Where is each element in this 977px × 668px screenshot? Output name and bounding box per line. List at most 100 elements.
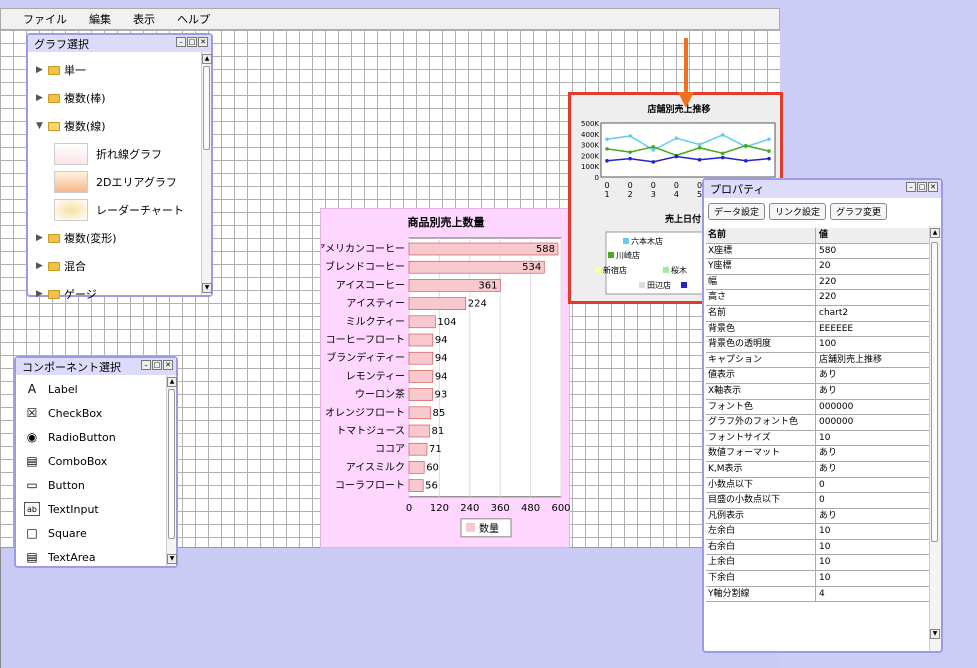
scroll-down-icon[interactable]: ▼ xyxy=(202,283,212,293)
component-item[interactable]: ▭ Button xyxy=(16,473,176,497)
component-item[interactable]: □ Square xyxy=(16,521,176,545)
property-row[interactable]: 高さ 220 xyxy=(706,290,932,306)
property-value[interactable]: chart2 xyxy=(816,306,932,321)
component-item[interactable]: ▤ ComboBox xyxy=(16,449,176,473)
data-point[interactable] xyxy=(674,136,679,140)
property-value[interactable]: EEEEEE xyxy=(816,322,932,337)
minimize-icon[interactable]: – xyxy=(141,360,151,370)
bar[interactable] xyxy=(408,315,436,329)
bar[interactable] xyxy=(408,297,467,310)
scroll-up-icon[interactable]: ▲ xyxy=(202,54,212,64)
expand-down-icon[interactable]: ▼ xyxy=(36,121,48,131)
close-icon[interactable]: ✕ xyxy=(928,182,938,192)
minimize-icon[interactable]: – xyxy=(906,182,916,192)
maximize-icon[interactable]: □ xyxy=(187,37,197,47)
property-row[interactable]: 背景色の透明度 100 xyxy=(706,337,932,353)
tree-item[interactable]: ▶ 混合 xyxy=(28,252,211,280)
maximize-icon[interactable]: □ xyxy=(152,360,162,370)
property-row[interactable]: 凡例表示 あり xyxy=(706,508,932,525)
close-icon[interactable]: ✕ xyxy=(163,360,173,370)
data-point[interactable] xyxy=(605,137,609,141)
expand-right-icon[interactable]: ▶ xyxy=(36,93,48,103)
component-item[interactable]: ab TextInput xyxy=(16,497,176,521)
property-value[interactable]: あり xyxy=(816,368,932,383)
component-item[interactable]: ◉ RadioButton xyxy=(16,425,176,449)
property-row[interactable]: 小数点以下 0 xyxy=(706,477,932,494)
properties-titlebar[interactable]: プロパティ – □ ✕ xyxy=(704,180,941,198)
bar-chart-widget[interactable]: 商品別売上数量 0 120 240 360 480 600 アメリカンコーヒー 588 ブレンドコ… xyxy=(316,208,571,548)
expand-right-icon[interactable]: ▶ xyxy=(36,65,48,75)
bar[interactable] xyxy=(408,406,431,420)
property-row[interactable]: フォント色 000000 xyxy=(706,399,932,416)
property-row[interactable]: X座標 580 xyxy=(706,243,932,260)
property-value[interactable]: 20 xyxy=(816,259,932,274)
property-row[interactable]: 左余白 10 xyxy=(706,524,932,540)
data-point[interactable] xyxy=(628,150,632,154)
property-row[interactable]: グラフ外のフォント色 000000 xyxy=(706,415,932,431)
tree-item[interactable]: ▶ 単一 xyxy=(28,56,211,84)
property-row[interactable]: 数値フォーマット あり xyxy=(706,446,932,462)
data-point[interactable] xyxy=(651,148,656,152)
data-point[interactable] xyxy=(697,146,702,150)
expand-right-icon[interactable]: ▶ xyxy=(36,233,48,243)
close-icon[interactable]: ✕ xyxy=(198,37,208,47)
menu-help[interactable]: ヘルプ xyxy=(177,11,210,27)
graph-panel-titlebar[interactable]: グラフ選択 – □ ✕ xyxy=(28,35,211,52)
property-value[interactable]: 10 xyxy=(816,571,932,586)
data-point[interactable] xyxy=(720,151,725,156)
property-row[interactable]: Y座標 20 xyxy=(706,259,932,275)
data-point[interactable] xyxy=(720,155,725,160)
property-value[interactable]: 店舗別売上推移 xyxy=(816,353,932,368)
data-point[interactable] xyxy=(674,154,679,159)
graph-panel-scrollbar[interactable]: ▲ ▼ xyxy=(201,52,212,295)
bar[interactable] xyxy=(408,370,434,383)
data-point[interactable] xyxy=(651,144,656,149)
data-point[interactable] xyxy=(697,142,702,147)
scroll-down-icon[interactable]: ▼ xyxy=(167,554,177,564)
property-row[interactable]: K,M表示 あり xyxy=(706,461,932,478)
bar[interactable] xyxy=(408,424,430,438)
data-point[interactable] xyxy=(605,159,609,163)
graph-type-item[interactable]: レーダーチャート xyxy=(28,196,211,224)
property-value[interactable]: あり xyxy=(816,446,932,461)
property-row[interactable]: 背景色 EEEEEE xyxy=(706,321,932,338)
data-point[interactable] xyxy=(605,147,609,151)
data-point[interactable] xyxy=(767,156,771,161)
change-graph-button[interactable]: グラフ変更 xyxy=(830,202,888,220)
expand-right-icon[interactable]: ▶ xyxy=(36,261,48,271)
data-point[interactable] xyxy=(697,157,702,162)
property-value[interactable]: 220 xyxy=(816,290,932,305)
properties-scrollbar[interactable]: ▲ ▼ xyxy=(929,226,941,651)
graph-type-item[interactable]: 折れ線グラフ xyxy=(28,140,211,168)
data-point[interactable] xyxy=(767,137,771,141)
property-row[interactable]: 名前 chart2 xyxy=(706,305,932,322)
property-value[interactable]: 10 xyxy=(816,555,932,570)
component-item[interactable]: ☒ CheckBox xyxy=(16,401,176,425)
data-point[interactable] xyxy=(651,160,656,164)
menu-view[interactable]: 表示 xyxy=(133,11,155,27)
bar[interactable] xyxy=(408,442,428,456)
property-value[interactable]: 000000 xyxy=(816,400,932,415)
bar[interactable] xyxy=(408,351,434,365)
scroll-up-icon[interactable]: ▲ xyxy=(167,377,177,387)
property-value[interactable]: 0 xyxy=(816,478,932,493)
property-row[interactable]: 値表示 あり xyxy=(706,368,932,384)
expand-right-icon[interactable]: ▶ xyxy=(36,289,48,299)
property-value[interactable]: 4 xyxy=(816,587,932,602)
menu-file[interactable]: ファイル xyxy=(23,11,67,27)
graph-type-item[interactable]: 2Dエリアグラフ xyxy=(28,168,211,196)
data-point[interactable] xyxy=(628,156,632,161)
property-value[interactable]: 10 xyxy=(816,524,932,539)
bar[interactable] xyxy=(408,461,425,474)
scroll-thumb[interactable] xyxy=(203,66,210,150)
property-value[interactable]: 10 xyxy=(816,540,932,555)
property-row[interactable]: 右余白 10 xyxy=(706,539,932,556)
menu-edit[interactable]: 編集 xyxy=(89,11,111,27)
property-row[interactable]: 幅 220 xyxy=(706,274,932,291)
property-row[interactable]: 目盛の小数点以下 0 xyxy=(706,493,932,509)
tree-item[interactable]: ▶ 複数(変形) xyxy=(28,224,211,252)
component-item[interactable]: A Label xyxy=(16,377,176,401)
data-point[interactable] xyxy=(628,134,632,138)
property-value[interactable]: 100 xyxy=(816,337,932,352)
tree-item[interactable]: ▶ 複数(棒) xyxy=(28,84,211,112)
